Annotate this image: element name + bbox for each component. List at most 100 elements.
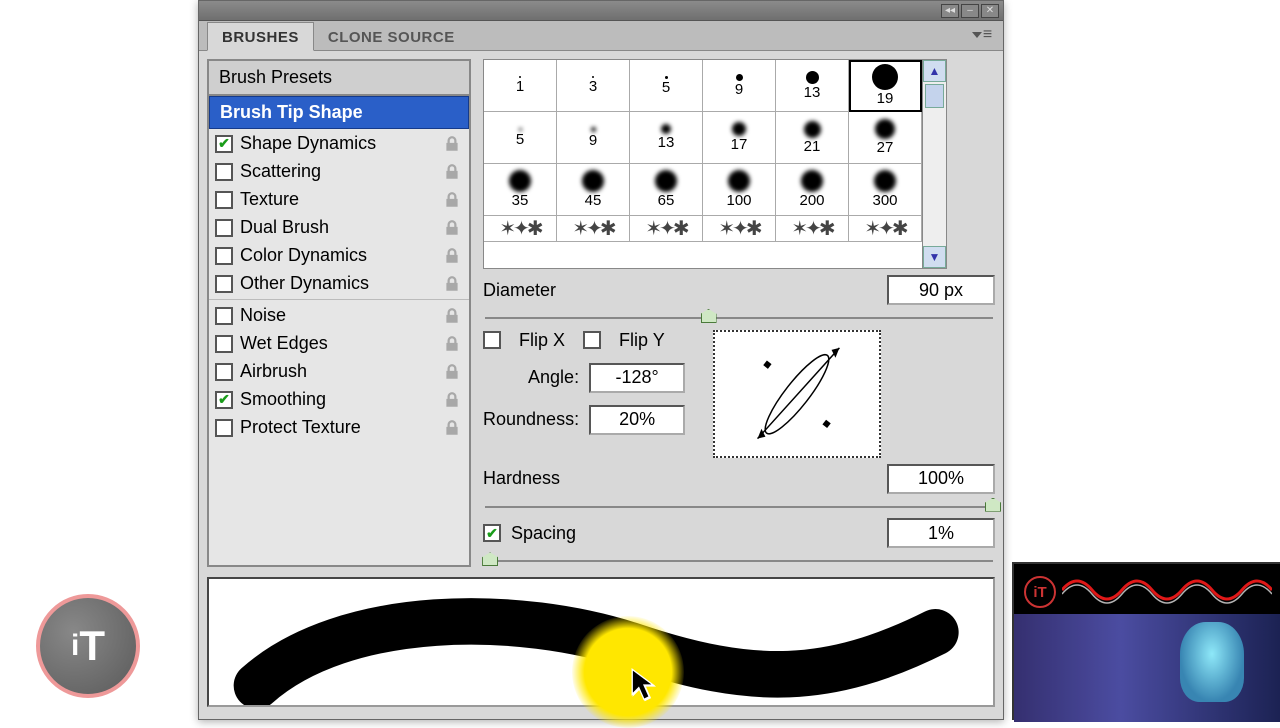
checkbox[interactable] — [215, 335, 233, 353]
checkbox[interactable] — [215, 391, 233, 409]
brush-preset-19[interactable]: 19 — [849, 60, 922, 112]
lock-icon[interactable] — [443, 247, 461, 265]
sidebar-item-label: Dual Brush — [240, 217, 329, 238]
roundness-input[interactable] — [589, 405, 685, 435]
brush-preset-[interactable]: ✶✦✱ — [557, 216, 630, 242]
sidebar-item-brush-tip-shape[interactable]: Brush Tip Shape — [209, 96, 469, 129]
checkbox[interactable] — [215, 419, 233, 437]
sidebar-item-label: Shape Dynamics — [240, 133, 376, 154]
flip-y-checkbox[interactable] — [583, 331, 601, 349]
lock-icon[interactable] — [443, 135, 461, 153]
sidebar-item-dual-brush[interactable]: Dual Brush — [209, 213, 469, 241]
brush-preset-1[interactable]: 1 — [484, 60, 557, 112]
lock-icon[interactable] — [443, 363, 461, 381]
thumbnail-logo-icon: iT — [1024, 576, 1056, 608]
sidebar-item-label: Color Dynamics — [240, 245, 367, 266]
sidebar-item-scattering[interactable]: Scattering — [209, 157, 469, 185]
brush-preset-[interactable]: ✶✦✱ — [484, 216, 557, 242]
checkbox[interactable] — [215, 363, 233, 381]
sidebar-item-label: Scattering — [240, 161, 321, 182]
cursor-highlight — [572, 616, 684, 728]
sidebar-item-protect-texture[interactable]: Protect Texture — [209, 413, 469, 441]
brush-preset-[interactable]: ✶✦✱ — [630, 216, 703, 242]
spacing-slider[interactable] — [485, 554, 993, 567]
brush-preset-[interactable]: ✶✦✱ — [849, 216, 922, 242]
brush-preset-[interactable]: ✶✦✱ — [776, 216, 849, 242]
brush-preset-9[interactable]: 9 — [703, 60, 776, 112]
checkbox[interactable] — [215, 247, 233, 265]
sidebar-item-label: Texture — [240, 189, 299, 210]
spacing-input[interactable] — [887, 518, 995, 548]
brush-preset-13[interactable]: 13 — [776, 60, 849, 112]
checkbox[interactable] — [215, 191, 233, 209]
scroll-up-icon[interactable]: ▲ — [923, 60, 946, 82]
scroll-thumb[interactable] — [925, 84, 944, 108]
brush-preset-35[interactable]: 35 — [484, 164, 557, 216]
brush-preset-27[interactable]: 27 — [849, 112, 922, 164]
sidebar-item-texture[interactable]: Texture — [209, 185, 469, 213]
sidebar-item-airbrush[interactable]: Airbrush — [209, 357, 469, 385]
lock-icon[interactable] — [443, 163, 461, 181]
scroll-down-icon[interactable]: ▼ — [923, 246, 946, 268]
collapse-button[interactable]: ◂◂ — [941, 4, 959, 18]
brush-preset-[interactable]: ✶✦✱ — [703, 216, 776, 242]
spacing-checkbox[interactable] — [483, 524, 501, 542]
lock-icon[interactable] — [443, 391, 461, 409]
diameter-label: Diameter — [483, 280, 556, 301]
brush-preset-65[interactable]: 65 — [630, 164, 703, 216]
tab-clone-source[interactable]: CLONE SOURCE — [314, 23, 469, 50]
lock-icon[interactable] — [443, 419, 461, 437]
angle-label: Angle: — [528, 367, 579, 388]
mouse-cursor-icon — [630, 668, 658, 702]
brush-preset-45[interactable]: 45 — [557, 164, 630, 216]
checkbox[interactable] — [215, 163, 233, 181]
lock-icon[interactable] — [443, 219, 461, 237]
checkbox[interactable] — [215, 275, 233, 293]
lock-icon[interactable] — [443, 307, 461, 325]
brush-preset-100[interactable]: 100 — [703, 164, 776, 216]
watermark-logo: iT — [36, 594, 140, 698]
lock-icon[interactable] — [443, 275, 461, 293]
checkbox[interactable] — [215, 135, 233, 153]
roundness-label: Roundness: — [483, 409, 579, 430]
sidebar-item-label: Protect Texture — [240, 417, 361, 438]
brush-preset-21[interactable]: 21 — [776, 112, 849, 164]
brush-preset-5[interactable]: 5 — [630, 60, 703, 112]
tab-brushes[interactable]: BRUSHES — [207, 22, 314, 51]
brush-preset-9[interactable]: 9 — [557, 112, 630, 164]
checkbox[interactable] — [215, 219, 233, 237]
sidebar-item-noise[interactable]: Noise — [209, 299, 469, 329]
diameter-slider[interactable] — [485, 311, 993, 324]
checkbox[interactable] — [215, 307, 233, 325]
brush-preset-5[interactable]: 5 — [484, 112, 557, 164]
lock-icon[interactable] — [443, 335, 461, 353]
sidebar-item-label: Smoothing — [240, 389, 326, 410]
sidebar-item-label: Wet Edges — [240, 333, 328, 354]
video-thumbnail: iT — [1012, 562, 1280, 720]
brush-preset-17[interactable]: 17 — [703, 112, 776, 164]
hardness-label: Hardness — [483, 468, 560, 489]
brush-preset-300[interactable]: 300 — [849, 164, 922, 216]
brushes-panel: ◂◂ – ✕ BRUSHES CLONE SOURCE Brush Preset… — [198, 0, 1004, 720]
spacing-label: Spacing — [511, 523, 576, 544]
brush-preset-3[interactable]: 3 — [557, 60, 630, 112]
close-button[interactable]: ✕ — [981, 4, 999, 18]
sidebar-header[interactable]: Brush Presets — [209, 61, 469, 96]
flip-x-checkbox[interactable] — [483, 331, 501, 349]
panel-menu-icon[interactable] — [969, 27, 995, 43]
angle-preview[interactable] — [713, 330, 881, 458]
minimize-button[interactable]: – — [961, 4, 979, 18]
sidebar-item-shape-dynamics[interactable]: Shape Dynamics — [209, 129, 469, 157]
sidebar-item-color-dynamics[interactable]: Color Dynamics — [209, 241, 469, 269]
sidebar-item-wet-edges[interactable]: Wet Edges — [209, 329, 469, 357]
preset-scrollbar[interactable]: ▲ ▼ — [923, 59, 947, 269]
hardness-slider[interactable] — [485, 500, 993, 513]
brush-preset-13[interactable]: 13 — [630, 112, 703, 164]
sidebar-item-other-dynamics[interactable]: Other Dynamics — [209, 269, 469, 297]
brush-preset-200[interactable]: 200 — [776, 164, 849, 216]
angle-input[interactable] — [589, 363, 685, 393]
diameter-input[interactable] — [887, 275, 995, 305]
sidebar-item-smoothing[interactable]: Smoothing — [209, 385, 469, 413]
hardness-input[interactable] — [887, 464, 995, 494]
lock-icon[interactable] — [443, 191, 461, 209]
